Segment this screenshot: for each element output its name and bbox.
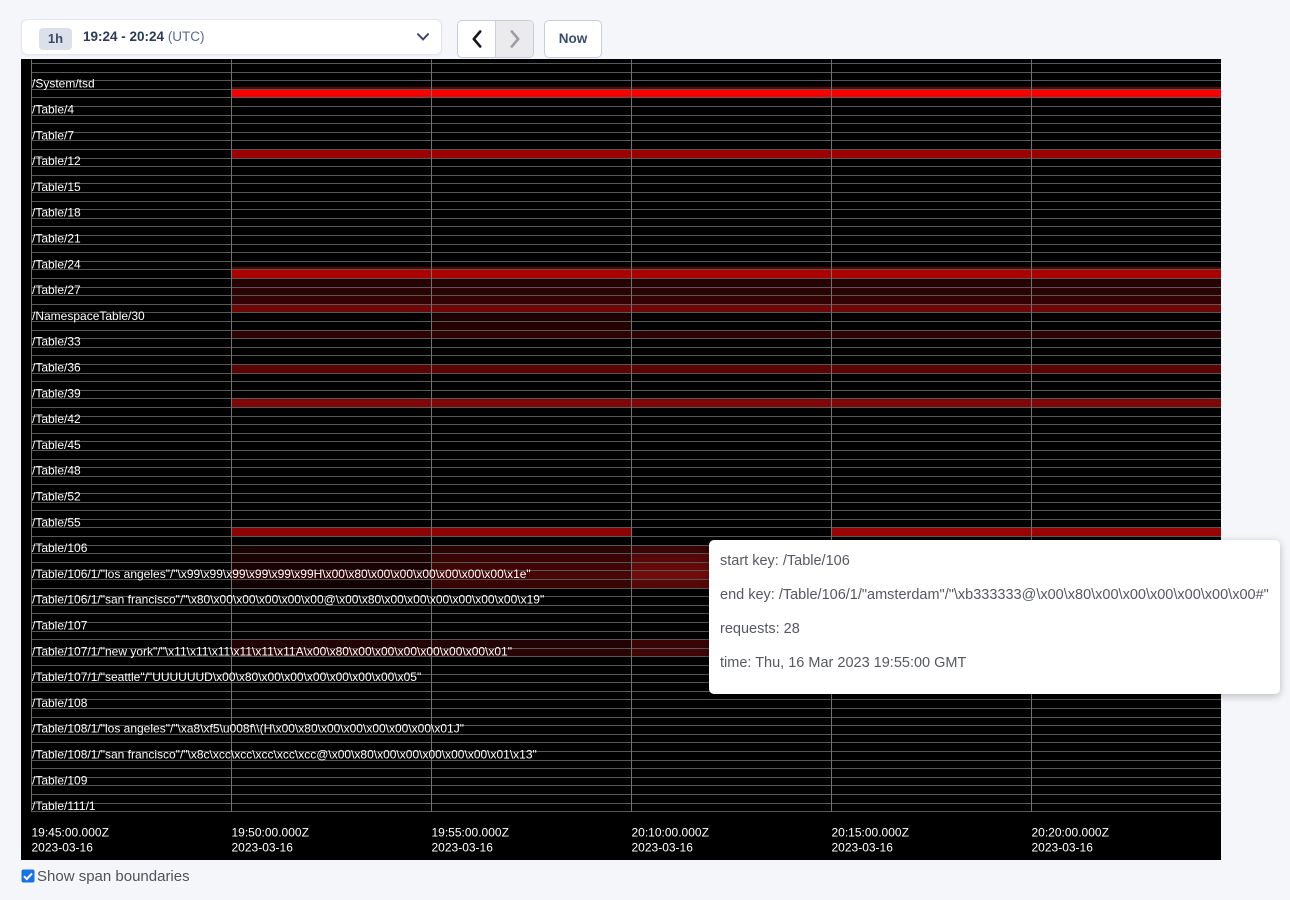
- svg-text:2023-03-16: 2023-03-16: [32, 841, 94, 855]
- svg-text:/Table/15: /Table/15: [32, 180, 81, 194]
- svg-text:2023-03-16: 2023-03-16: [432, 841, 494, 855]
- svg-text:/Table/52: /Table/52: [32, 490, 81, 504]
- svg-text:/Table/33: /Table/33: [32, 335, 81, 349]
- svg-text:/Table/108/1/"los angeles"/"\x: /Table/108/1/"los angeles"/"\xa8\xf5\u00…: [32, 722, 464, 736]
- svg-text:/Table/107/1/"new york"/"\x11\: /Table/107/1/"new york"/"\x11\x11\x11\x1…: [32, 644, 512, 658]
- svg-text:/Table/108/1/"san francisco"/": /Table/108/1/"san francisco"/"\x8c\xcc\x…: [32, 748, 537, 762]
- svg-text:/Table/55: /Table/55: [32, 515, 81, 529]
- svg-text:/Table/48: /Table/48: [32, 464, 81, 478]
- svg-text:/Table/24: /Table/24: [32, 257, 81, 271]
- svg-text:20:10:00.000Z: 20:10:00.000Z: [632, 826, 709, 840]
- svg-text:2023-03-16: 2023-03-16: [232, 841, 294, 855]
- svg-text:19:55:00.000Z: 19:55:00.000Z: [432, 826, 509, 840]
- svg-text:/Table/39: /Table/39: [32, 386, 81, 400]
- svg-text:/Table/109: /Table/109: [32, 773, 88, 787]
- svg-text:/Table/106/1/"san francisco"/": /Table/106/1/"san francisco"/"\x80\x00\x…: [32, 593, 544, 607]
- svg-text:/Table/4: /Table/4: [32, 103, 74, 117]
- svg-text:/System/tsd: /System/tsd: [32, 77, 95, 91]
- svg-text:/Table/12: /Table/12: [32, 154, 81, 168]
- svg-text:/NamespaceTable/30: /NamespaceTable/30: [32, 309, 145, 323]
- svg-text:/Table/36: /Table/36: [32, 361, 81, 375]
- svg-text:/Table/45: /Table/45: [32, 438, 81, 452]
- svg-text:/Table/107/1/"seattle"/"UUUUUU: /Table/107/1/"seattle"/"UUUUUUD\x00\x80\…: [32, 670, 421, 684]
- svg-text:19:45:00.000Z: 19:45:00.000Z: [32, 826, 109, 840]
- svg-text:20:20:00.000Z: 20:20:00.000Z: [1032, 826, 1109, 840]
- svg-text:/Table/107: /Table/107: [32, 619, 88, 633]
- svg-text:/Table/108: /Table/108: [32, 696, 88, 710]
- svg-text:2023-03-16: 2023-03-16: [632, 841, 694, 855]
- svg-text:/Table/106: /Table/106: [32, 541, 88, 555]
- svg-text:2023-03-16: 2023-03-16: [1032, 841, 1094, 855]
- svg-text:20:15:00.000Z: 20:15:00.000Z: [832, 826, 909, 840]
- svg-text:/Table/21: /Table/21: [32, 232, 81, 246]
- svg-text:/Table/111/1: /Table/111/1: [32, 799, 96, 813]
- svg-text:/Table/106/1/"los angeles"/"\x: /Table/106/1/"los angeles"/"\x99\x99\x99…: [32, 567, 531, 581]
- svg-text:19:50:00.000Z: 19:50:00.000Z: [232, 826, 309, 840]
- svg-text:/Table/18: /Table/18: [32, 206, 81, 220]
- svg-text:2023-03-16: 2023-03-16: [832, 841, 894, 855]
- svg-text:/Table/27: /Table/27: [32, 283, 81, 297]
- svg-text:/Table/42: /Table/42: [32, 412, 81, 426]
- svg-text:/Table/7: /Table/7: [32, 128, 74, 142]
